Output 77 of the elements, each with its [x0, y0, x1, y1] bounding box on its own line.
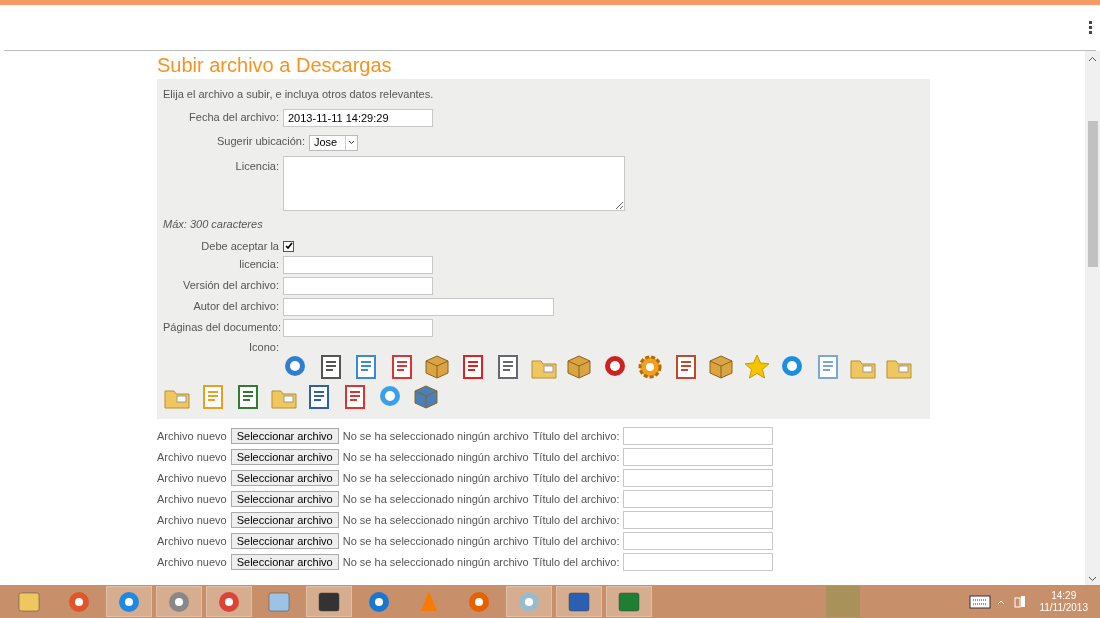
checkmark-icon [284, 242, 293, 251]
select-file-button[interactable]: Seleccionar archivo [230, 533, 339, 549]
taskbar-app-button[interactable] [556, 586, 602, 617]
more-menu-icon[interactable] [1089, 21, 1092, 34]
caret-up-icon[interactable] [997, 598, 1006, 605]
field-label: Fecha del archivo: [188, 110, 280, 126]
field-label: Debe aceptar la [200, 239, 280, 254]
row-label: Título del archivo: [532, 533, 620, 549]
row-label: Título del archivo: [532, 449, 620, 465]
field-label: Versión del archivo: [182, 278, 280, 294]
scrollbar[interactable] [1085, 51, 1100, 585]
taskbar-app-button[interactable] [306, 586, 352, 617]
row-label: Título del archivo: [532, 470, 620, 486]
taskbar-app-button[interactable] [606, 586, 652, 617]
gear-icon[interactable] [636, 353, 664, 381]
file-title-input[interactable] [623, 427, 774, 445]
version-input[interactable] [283, 276, 433, 295]
row-label: Archivo nuevo [157, 554, 227, 570]
taskbar-app-button[interactable] [106, 586, 152, 617]
row-label: Título del archivo: [532, 428, 620, 444]
scroll-up-icon[interactable] [1088, 55, 1097, 64]
taskbar-app-button[interactable] [206, 586, 252, 617]
select-file-button[interactable]: Seleccionar archivo [230, 554, 339, 570]
file-status-text: No se ha seleccionado ningún archivo [342, 449, 529, 465]
file-status-text: No se ha seleccionado ningún archivo [342, 554, 529, 570]
field-label: Autor del archivo: [192, 299, 280, 315]
row-label: Archivo nuevo [157, 470, 227, 486]
row-label: Título del archivo: [532, 491, 620, 507]
file-status-text: No se ha seleccionado ningún archivo [342, 428, 529, 444]
field-label: Icono: [248, 339, 280, 355]
file-title-input[interactable] [623, 490, 774, 508]
scrollbar-thumb[interactable] [1087, 121, 1098, 267]
field-label: Páginas del documento: [163, 320, 283, 336]
scroll-down-icon[interactable] [1088, 574, 1097, 583]
keyboard-icon[interactable] [969, 594, 992, 609]
star-icon[interactable] [742, 353, 771, 381]
field-label: Sugerir ubicación: [215, 133, 306, 149]
select-file-button[interactable]: Seleccionar archivo [230, 449, 339, 465]
select-file-button[interactable]: Seleccionar archivo [230, 470, 339, 486]
field-label: licencia: [238, 257, 280, 273]
file-title-input[interactable] [623, 553, 774, 571]
row-label: Archivo nuevo [157, 449, 227, 465]
accept-checkbox[interactable] [283, 240, 294, 252]
row-label: Archivo nuevo [157, 491, 227, 507]
row-label: Título del archivo: [532, 554, 620, 570]
file-title-input[interactable] [623, 448, 774, 466]
row-label: Archivo nuevo [157, 512, 227, 528]
license-input[interactable] [283, 255, 433, 274]
intro-text: Elija el archivo a subir, e incluya otros datos relevantes. [163, 87, 435, 102]
package-box-icon[interactable] [423, 353, 451, 381]
pages-input[interactable] [283, 318, 433, 337]
location-dropdown[interactable]: Jose [309, 134, 358, 151]
package-box-icon[interactable] [565, 353, 593, 381]
file-title-input[interactable] [623, 511, 774, 529]
file-status-text: No se ha seleccionado ningún archivo [342, 491, 529, 507]
select-file-button[interactable]: Seleccionar archivo [230, 512, 339, 528]
author-input[interactable] [283, 297, 554, 316]
file-status-text: No se ha seleccionado ningún archivo [342, 512, 529, 528]
date-field[interactable]: 2013-11-11 14:29:29 [283, 108, 433, 127]
file-title-input[interactable] [623, 469, 774, 487]
row-label: Archivo nuevo [157, 533, 227, 549]
chevron-down-icon [348, 140, 355, 145]
taskbar-placeholder-tile [826, 586, 860, 617]
select-file-button[interactable]: Seleccionar archivo [230, 491, 339, 507]
file-status-text: No se ha seleccionado ningún archivo [342, 533, 529, 549]
field-label: Licencia: [234, 158, 280, 174]
row-label: Archivo nuevo [157, 428, 227, 444]
row-label: Título del archivo: [532, 512, 620, 528]
character-limit-note: Máx: 300 caracteres [163, 216, 264, 232]
package-box-icon[interactable] [707, 353, 735, 381]
select-file-button[interactable]: Seleccionar archivo [230, 428, 339, 444]
file-status-text: No se ha seleccionado ningún archivo [342, 470, 529, 486]
cube-icon[interactable] [411, 383, 440, 411]
file-title-input[interactable] [623, 532, 774, 550]
network-icon[interactable] [1013, 594, 1028, 609]
page-title: Subir archivo a Descargas [157, 53, 393, 77]
taskbar-app-button[interactable] [156, 586, 202, 617]
